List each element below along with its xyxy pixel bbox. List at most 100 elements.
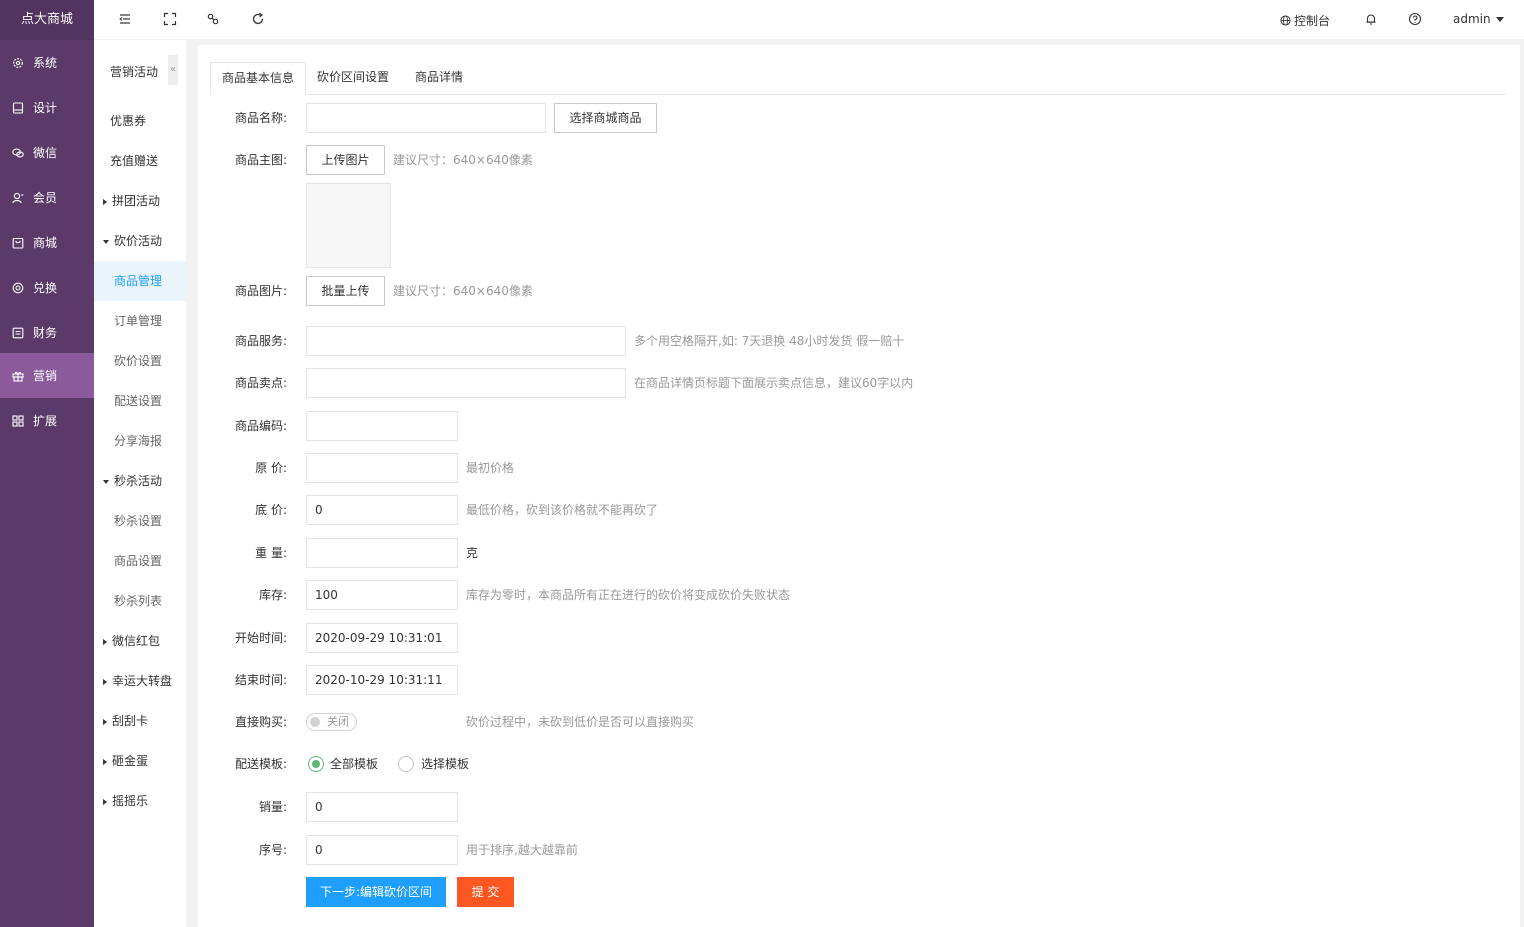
form-row-direct-buy: 直接购买: 关闭 砍价过程中，未砍到低价是否可以直接购买 xyxy=(198,707,1498,737)
subnav-group-golden-egg[interactable]: 砸金蛋 xyxy=(94,741,186,781)
field-label: 原 价: xyxy=(255,461,287,475)
app-logo: 点大商城 xyxy=(0,0,94,40)
direct-buy-toggle[interactable]: 关闭 xyxy=(306,713,357,731)
subnav-item-share-poster[interactable]: 分享海报 xyxy=(94,421,186,461)
field-label: 底 价: xyxy=(255,503,287,517)
sales-input[interactable] xyxy=(306,792,458,822)
next-step-button[interactable]: 下一步:编辑砍价区间 xyxy=(306,877,446,907)
batch-upload-button[interactable]: 批量上传 xyxy=(306,276,385,306)
sidebar-item-member[interactable]: 会员 xyxy=(0,175,94,220)
subnav-item-recharge-gift[interactable]: 充值赠送 xyxy=(94,141,186,181)
form-row-shipping: 配送模板: 全部模板 选择模板 xyxy=(198,749,1498,779)
subnav-group-scratch-card[interactable]: 刮刮卡 xyxy=(94,701,186,741)
link-icon[interactable] xyxy=(206,12,220,26)
subnav-group-group-buy[interactable]: 拼团活动 xyxy=(94,181,186,221)
fullscreen-icon[interactable] xyxy=(163,12,177,26)
form-row-stock: 库存: 库存为零时，本商品所有正在进行的砍价将变成砍价失败状态 xyxy=(198,580,1498,610)
bell-icon[interactable] xyxy=(1364,12,1378,26)
sidebar-item-design[interactable]: 设计 xyxy=(0,85,94,130)
subnav-group-bargain[interactable]: 砍价活动 xyxy=(94,221,186,261)
console-link[interactable]: 控制台 xyxy=(1280,12,1330,29)
end-time-input[interactable] xyxy=(306,665,458,695)
subnav-group-label: 微信红包 xyxy=(112,634,161,648)
weight-input[interactable] xyxy=(306,538,458,568)
subnav-item-coupon[interactable]: 优惠券 xyxy=(94,101,186,141)
sidebar-item-marketing[interactable]: 营销 xyxy=(0,353,94,398)
sidebar-item-wechat[interactable]: 微信 xyxy=(0,130,94,175)
radio-select-template[interactable] xyxy=(398,756,414,772)
field-hint: 多个用空格隔开,如: 7天退换 48小时发货 假一赔十 xyxy=(634,334,905,348)
sidebar-item-label: 营销 xyxy=(33,369,58,383)
sidebar-item-label: 系统 xyxy=(33,56,58,70)
sort-input[interactable] xyxy=(306,835,458,865)
subnav-group-wechat-redpack[interactable]: 微信红包 xyxy=(94,621,186,661)
floor-price-input[interactable] xyxy=(306,495,458,525)
sidebar-item-label: 兑换 xyxy=(33,281,58,295)
tab-bargain-range[interactable]: 砍价区间设置 xyxy=(306,62,400,95)
subnav-item-seckill-settings[interactable]: 秒杀设置 xyxy=(94,501,186,541)
subnav-item-delivery-settings[interactable]: 配送设置 xyxy=(94,381,186,421)
refresh-icon[interactable] xyxy=(251,12,265,26)
sidebar-item-label: 设计 xyxy=(33,101,58,115)
form-row-selling-point: 商品卖点: 在商品详情页标题下面展示卖点信息，建议60字以内 xyxy=(198,368,1498,398)
field-label: 商品服务: xyxy=(234,334,287,348)
subnav-item-product-manage[interactable]: 商品管理 xyxy=(94,261,186,301)
field-hint: 建议尺寸：640×640像素 xyxy=(393,153,533,167)
submit-button[interactable]: 提 交 xyxy=(457,877,514,907)
select-shop-product-button[interactable]: 选择商城商品 xyxy=(554,103,657,133)
selling-point-input[interactable] xyxy=(306,368,626,398)
sidebar-item-finance[interactable]: 财务 xyxy=(0,310,94,355)
tab-basic-info[interactable]: 商品基本信息 xyxy=(210,62,307,95)
subnav-item-seckill-product-settings[interactable]: 商品设置 xyxy=(94,541,186,581)
subnav-group-seckill[interactable]: 秒杀活动 xyxy=(94,461,186,501)
chevron-down-icon xyxy=(1495,16,1504,22)
form-row-code: 商品编码: xyxy=(198,411,1498,441)
subnav-item-bargain-settings[interactable]: 砍价设置 xyxy=(94,341,186,381)
sidebar-item-shop[interactable]: 商城 xyxy=(0,220,94,265)
product-service-input[interactable] xyxy=(306,326,626,356)
subnav-group-lucky-wheel[interactable]: 幸运大转盘 xyxy=(94,661,186,701)
product-code-input[interactable] xyxy=(306,411,458,441)
caret-right-icon xyxy=(103,718,107,725)
subnav-group-label: 幸运大转盘 xyxy=(112,674,173,688)
sidebar-item-extension[interactable]: 扩展 xyxy=(0,398,94,443)
user-icon xyxy=(12,192,24,204)
form-row-images: 商品图片: 批量上传 建议尺寸：640×640像素 xyxy=(198,276,1498,306)
sidebar-item-system[interactable]: 系统 xyxy=(0,40,94,85)
sidebar-item-label: 扩展 xyxy=(33,414,58,428)
upload-image-button[interactable]: 上传图片 xyxy=(306,145,385,175)
menu-toggle-icon[interactable] xyxy=(118,12,132,26)
original-price-input[interactable] xyxy=(306,453,458,483)
form-row-sort: 序号: 用于排序,越大越靠前 xyxy=(198,835,1498,865)
form-row-sales: 销量: xyxy=(198,792,1498,822)
subnav-item-order-manage[interactable]: 订单管理 xyxy=(94,301,186,341)
form-row-name: 商品名称: 选择商城商品 xyxy=(198,103,1498,133)
sidebar-item-exchange[interactable]: 兑换 xyxy=(0,265,94,310)
product-name-input[interactable] xyxy=(306,103,546,133)
form-row-start-time: 开始时间: xyxy=(198,623,1498,653)
caret-down-icon xyxy=(103,239,109,244)
collapse-subnav-button[interactable]: « xyxy=(168,55,178,85)
subnav-title: 营销活动 xyxy=(110,65,159,79)
help-icon[interactable] xyxy=(1408,12,1422,26)
stock-input[interactable] xyxy=(306,580,458,610)
caret-down-icon xyxy=(103,479,109,484)
radio-label[interactable]: 选择模板 xyxy=(421,749,469,779)
start-time-input[interactable] xyxy=(306,623,458,653)
wechat-icon xyxy=(12,147,24,159)
sidebar-item-label: 会员 xyxy=(33,191,58,205)
sub-sidebar: 营销活动 « 优惠券 充值赠送 拼团活动 砍价活动 商品管理 订单管理 砍价设置… xyxy=(94,0,186,927)
field-hint: 建议尺寸：640×640像素 xyxy=(393,284,533,298)
tab-product-detail[interactable]: 商品详情 xyxy=(404,62,474,95)
subnav-item-seckill-list[interactable]: 秒杀列表 xyxy=(94,581,186,621)
form-row-end-time: 结束时间: xyxy=(198,665,1498,695)
subnav-group-shake[interactable]: 摇摇乐 xyxy=(94,781,186,821)
grid-icon xyxy=(12,414,24,427)
main-image-preview[interactable] xyxy=(306,183,391,268)
user-menu[interactable]: admin xyxy=(1453,12,1504,26)
gear-icon xyxy=(12,57,24,69)
subnav-group-label: 砍价活动 xyxy=(114,234,163,248)
radio-label[interactable]: 全部模板 xyxy=(330,749,378,779)
subnav-group-label: 拼团活动 xyxy=(112,194,161,208)
radio-all-templates[interactable] xyxy=(308,756,324,772)
